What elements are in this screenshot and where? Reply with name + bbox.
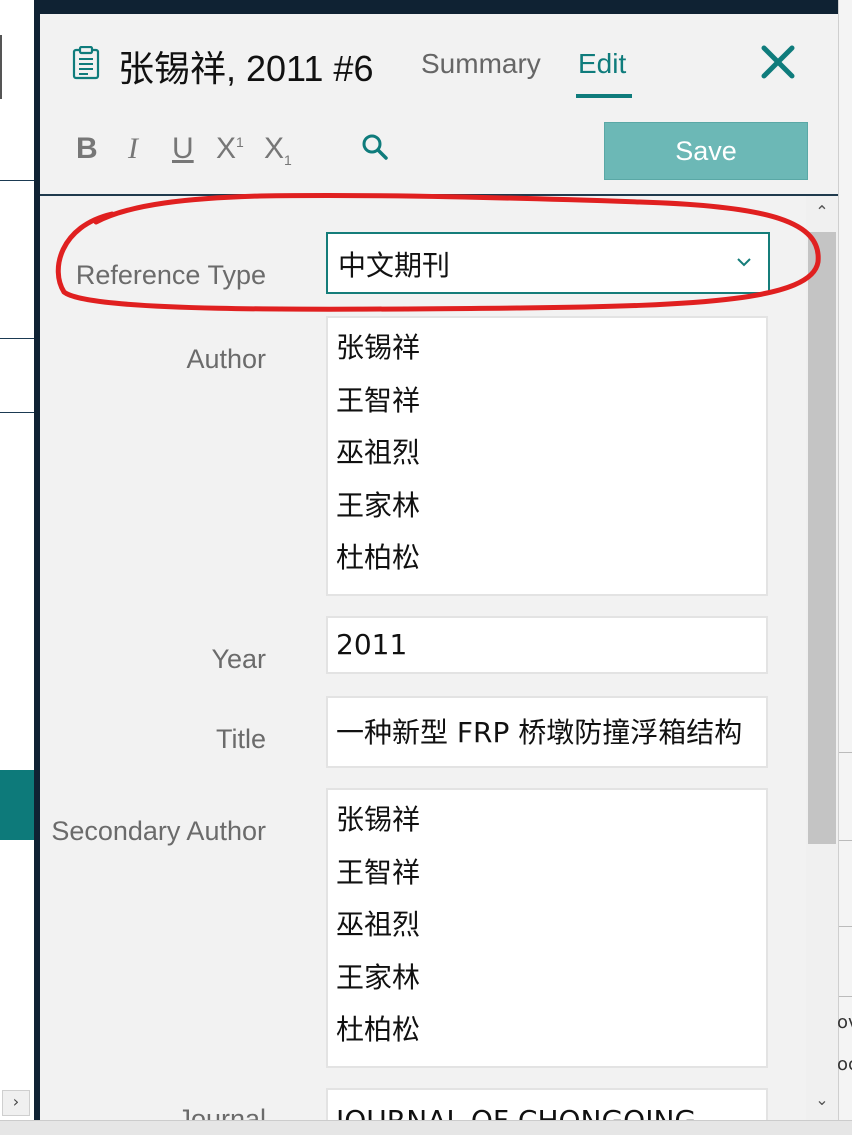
secondary-author-entry: 王家林 <box>336 960 421 994</box>
window-bottom-strip <box>0 1120 852 1135</box>
background-divider <box>0 338 34 339</box>
active-tab-indicator <box>576 94 632 98</box>
secondary-author-entry: 王智祥 <box>336 855 421 889</box>
scrollbar-thumb[interactable] <box>808 232 836 844</box>
secondary-author-entry: 杜柏松 <box>336 1013 421 1046</box>
title-field[interactable]: 一种新型 FRP 桥墩防撞浮箱结构 <box>326 696 768 768</box>
chevron-down-icon <box>737 258 751 267</box>
tab-edit[interactable]: Edit <box>578 48 626 80</box>
background-divider <box>839 926 852 927</box>
background-divider <box>839 996 852 997</box>
journal-value: JOURNAL OF CHONGQING <box>328 1094 766 1120</box>
background-text-fragment: oc <box>837 1054 852 1075</box>
window-top-strip <box>0 0 840 14</box>
background-selected-row[interactable] <box>0 770 34 840</box>
background-caret <box>0 35 2 99</box>
author-label: Author <box>186 344 266 374</box>
journal-label: Journal <box>177 1104 266 1120</box>
secondary-author-field[interactable]: 张锡祥 王智祥 巫祖烈 王家林 杜柏松 <box>326 788 768 1068</box>
subscript-button[interactable]: X1 <box>264 132 292 168</box>
author-entry: 巫祖烈 <box>336 436 421 469</box>
bold-button[interactable]: B <box>76 132 98 166</box>
subscript-mark: 1 <box>284 152 292 168</box>
reference-edit-panel: 张锡祥, 2011 #6 Summary Edit B I U X1 X1 Sa… <box>40 14 838 1120</box>
underline-button[interactable]: U <box>172 132 194 166</box>
reference-title: 张锡祥, 2011 #6 <box>118 48 374 89</box>
title-label: Title <box>215 724 266 754</box>
secondary-author-entry: 张锡祥 <box>336 803 421 836</box>
formatting-toolbar: B I U X1 X1 Save <box>40 110 838 194</box>
background-divider <box>839 840 852 841</box>
author-entry: 王家林 <box>336 488 421 522</box>
superscript-base: X <box>216 132 237 165</box>
year-field[interactable]: 2011 <box>326 616 768 674</box>
reference-type-label: Reference Type <box>75 260 266 290</box>
background-text-fragment: ov <box>837 1012 852 1033</box>
tab-summary[interactable]: Summary <box>421 48 541 80</box>
year-label: Year <box>211 644 266 674</box>
background-divider <box>839 752 852 753</box>
reference-type-value: 中文期刊 <box>338 249 451 282</box>
reference-form: Reference Type 中文期刊 Author 张锡祥 王智祥 巫祖烈 王… <box>40 196 806 1120</box>
author-entry: 张锡祥 <box>336 331 421 364</box>
journal-field[interactable]: JOURNAL OF CHONGQING <box>326 1088 768 1120</box>
background-divider <box>0 180 34 181</box>
author-entry: 杜柏松 <box>336 541 421 574</box>
superscript-mark: 1 <box>236 134 244 150</box>
italic-button[interactable]: I <box>128 132 138 166</box>
close-icon[interactable] <box>758 42 798 82</box>
background-divider <box>0 412 34 413</box>
horizontal-scroll-left-button[interactable]: › <box>2 1090 30 1116</box>
title-value: 一种新型 FRP 桥墩防撞浮箱结构 <box>336 716 743 749</box>
panel-header: 张锡祥, 2011 #6 Summary Edit <box>40 14 838 110</box>
background-right-pane: ov oc <box>837 0 852 1134</box>
year-value: 2011 <box>336 628 408 661</box>
reference-type-select[interactable]: 中文期刊 <box>326 232 770 294</box>
secondary-author-label: Secondary Author <box>51 816 266 846</box>
search-icon[interactable] <box>360 132 390 162</box>
subscript-base: X <box>264 132 285 165</box>
clipboard-icon <box>72 46 100 80</box>
superscript-button[interactable]: X1 <box>216 132 244 166</box>
secondary-author-entry: 巫祖烈 <box>336 908 421 941</box>
author-field[interactable]: 张锡祥 王智祥 巫祖烈 王家林 杜柏松 <box>326 316 768 596</box>
scroll-down-button[interactable]: ⌄ <box>806 1090 838 1112</box>
background-library-pane <box>0 0 34 1120</box>
scroll-up-button[interactable]: ⌃ <box>806 202 838 224</box>
author-entry: 王智祥 <box>336 383 421 417</box>
save-button[interactable]: Save <box>604 122 808 180</box>
vertical-scrollbar[interactable]: ⌃ ⌄ <box>806 196 838 1120</box>
